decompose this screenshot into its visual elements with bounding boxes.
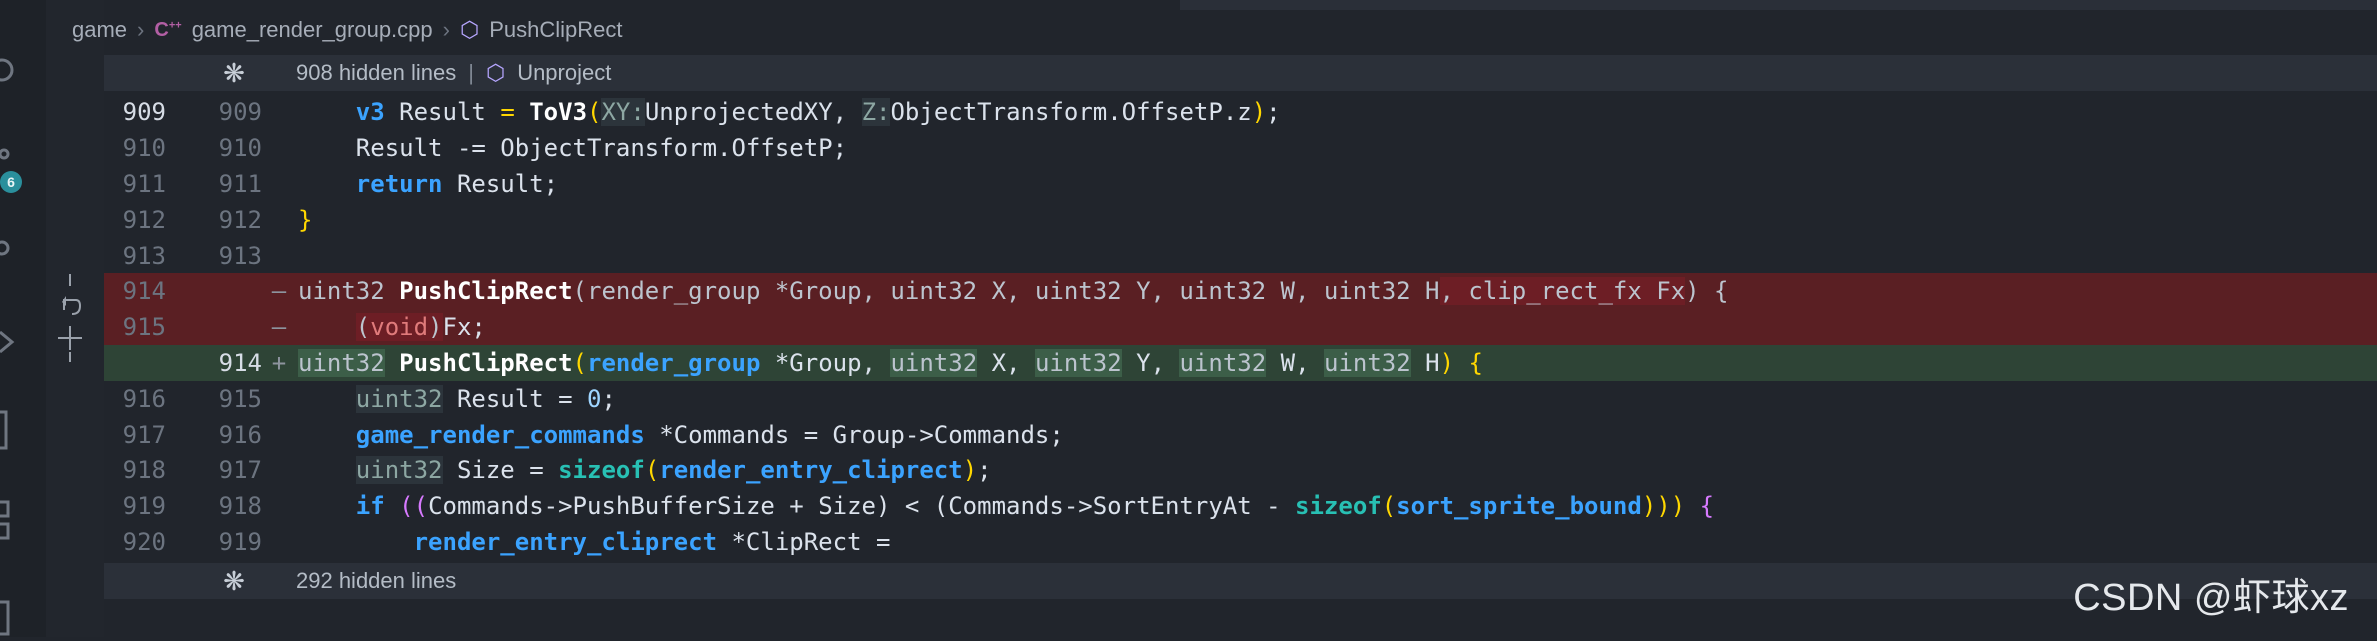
breadcrumb-symbol[interactable]: PushClipRect xyxy=(489,17,622,43)
code-line[interactable]: 917 916 game_render_commands *Commands =… xyxy=(104,417,2377,453)
hidden-lines-label: 292 hidden lines xyxy=(296,568,457,593)
line-number-new: 914 xyxy=(218,349,262,377)
code-text: render_entry_cliprect *ClipRect = xyxy=(413,528,891,556)
code-line[interactable]: 916 915 uint32 Result = 0; xyxy=(104,381,2377,417)
code-line[interactable]: 910 910 Result -= ObjectTransform.Offset… xyxy=(104,130,2377,166)
line-number-old: 917 xyxy=(122,421,166,449)
key-icon[interactable] xyxy=(0,238,24,262)
line-number-old: 920 xyxy=(122,528,166,556)
diff-gutter xyxy=(46,0,104,637)
removed-marker: — xyxy=(271,277,287,305)
line-number-old: 910 xyxy=(122,134,166,162)
notification-badge: 6 xyxy=(0,171,22,193)
line-number-old: 915 xyxy=(122,313,166,341)
chevron-right-icon: › xyxy=(137,17,145,42)
hidden-lines-label: 908 hidden lines xyxy=(296,60,457,85)
deleted-line[interactable]: 915 — (void)Fx; xyxy=(104,309,2377,345)
code-text: uint32 PushClipRect(render_group *Group,… xyxy=(298,349,1483,377)
code-text: v3 Result = ToV3(XY:UnprojectedXY, Z:Obj… xyxy=(355,98,1281,126)
code-text: return Result; xyxy=(355,170,559,198)
code-text: uint32 Result = 0; xyxy=(355,385,616,413)
line-number-old: 918 xyxy=(122,456,166,484)
deleted-line[interactable]: 914 — uint32 PushClipRect(render_group *… xyxy=(104,273,2377,309)
code-text: game_render_commands *Commands = Group->… xyxy=(355,421,1064,449)
line-number-new: 913 xyxy=(218,242,262,270)
line-number-new: 918 xyxy=(218,492,262,520)
line-number-new: 909 xyxy=(218,98,262,126)
cube-icon: ⬡ xyxy=(459,17,480,42)
hidden-lines-bar-top[interactable]: ❋ 908 hidden lines | ⬡ Unproject xyxy=(104,55,2377,91)
line-number-old: 914 xyxy=(122,277,166,305)
separator: | xyxy=(468,60,474,85)
code-line[interactable]: 911 911 return Result; xyxy=(104,166,2377,202)
fold-symbol: Unproject xyxy=(517,60,612,85)
code-line[interactable]: 913 913 xyxy=(104,238,2377,274)
line-number-old: 911 xyxy=(122,170,166,198)
line-number-old: 916 xyxy=(122,385,166,413)
breadcrumb-file[interactable]: game_render_group.cpp xyxy=(192,17,433,43)
line-number-old: 912 xyxy=(122,206,166,234)
code-line[interactable]: 920 919 render_entry_cliprect *ClipRect … xyxy=(104,524,2377,560)
activity-bar: 6 xyxy=(0,0,46,637)
line-number-old: 913 xyxy=(122,242,166,270)
line-number-new: 915 xyxy=(218,385,262,413)
code-text: uint32 PushClipRect(render_group *Group,… xyxy=(298,277,1729,305)
revert-icon[interactable] xyxy=(56,272,82,362)
code-text: if ((Commands->PushBufferSize + Size) < … xyxy=(355,492,1715,520)
source-control-icon[interactable] xyxy=(0,148,24,172)
line-number-new: 917 xyxy=(218,456,262,484)
breadcrumb-folder[interactable]: game xyxy=(72,17,127,43)
line-number-new: 919 xyxy=(218,528,262,556)
chevron-right-icon: › xyxy=(442,17,450,42)
breadcrumb: game › C++ game_render_group.cpp › ⬡ Pus… xyxy=(68,0,2377,60)
bookmark-icon[interactable] xyxy=(0,410,24,450)
removed-marker: — xyxy=(271,313,287,341)
unfold-icon[interactable]: ❋ xyxy=(216,566,252,597)
line-number-new: 916 xyxy=(218,421,262,449)
code-line[interactable]: 909 909 v3 Result = ToV3(XY:UnprojectedX… xyxy=(104,94,2377,130)
watermark: CSDN @虾球xz xyxy=(2073,577,2349,619)
diff-editor[interactable]: game › C++ game_render_group.cpp › ⬡ Pus… xyxy=(72,0,2377,637)
extensions-icon[interactable] xyxy=(0,500,24,540)
cpp-file-icon: C++ xyxy=(154,18,182,41)
unfold-icon[interactable]: ❋ xyxy=(216,58,252,89)
code-line[interactable]: 919 918 if ((Commands->PushBufferSize + … xyxy=(104,488,2377,524)
added-line[interactable]: 914 + uint32 PushClipRect(render_group *… xyxy=(104,345,2377,381)
code-text: } xyxy=(298,206,313,234)
account-icon[interactable] xyxy=(0,600,24,636)
run-icon[interactable] xyxy=(0,330,24,354)
code-text: (void)Fx; xyxy=(355,313,486,341)
code-line[interactable]: 912 912 } xyxy=(104,202,2377,238)
line-number-new: 910 xyxy=(218,134,262,162)
code-line[interactable]: 918 917 uint32 Size = sizeof(render_entr… xyxy=(104,452,2377,488)
line-number-new: 911 xyxy=(218,170,262,198)
line-number-old: 909 xyxy=(122,98,166,126)
code-text: uint32 Size = sizeof(render_entry_clipre… xyxy=(355,456,992,484)
added-marker: + xyxy=(271,349,287,377)
circle-icon[interactable] xyxy=(0,58,24,82)
hidden-lines-bar-bottom[interactable]: ❋ 292 hidden lines xyxy=(104,563,2377,599)
code-text: Result -= ObjectTransform.OffsetP; xyxy=(355,134,848,162)
cube-icon: ⬡ xyxy=(485,60,506,85)
line-number-new: 912 xyxy=(218,206,262,234)
line-number-old: 919 xyxy=(122,492,166,520)
